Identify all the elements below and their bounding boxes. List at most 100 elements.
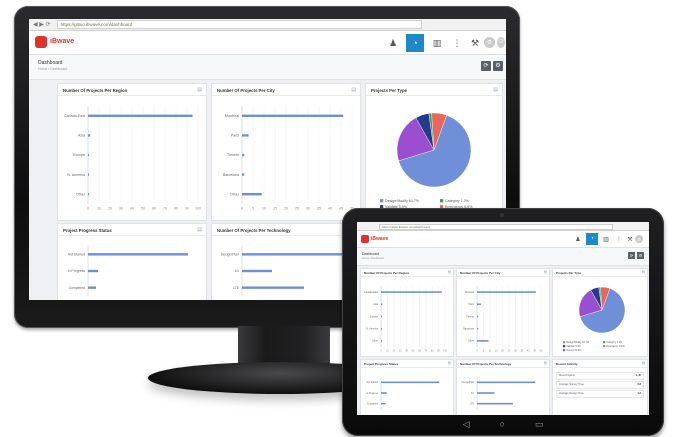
panel-settings-icon[interactable]: ▤ (642, 270, 645, 274)
address-bar[interactable]: https://gitsio.ibwave.com/dashboard (56, 20, 422, 29)
camera-icon (500, 213, 504, 217)
logo-text: iBwave (50, 38, 75, 45)
activity-label: Most Projects (559, 374, 575, 377)
tick-label: 60 (418, 349, 421, 352)
activity-value: 4.2 (637, 392, 641, 395)
tablet-panel-projects-per-type: Projects Per Type ▤ Design/Modify 64.7% C… (552, 268, 648, 357)
browser-nav-icon[interactable]: ◀ ▶ ⟳ (33, 21, 51, 28)
tick-label: 10 (97, 207, 101, 211)
legend-label: Validate 5.9% (566, 345, 581, 348)
panel-title: Number Of Projects Per City (217, 88, 275, 93)
dashboard-gauge-icon[interactable]: ◔ (586, 233, 598, 245)
breadcrumb: Home / Dashboard (38, 67, 68, 71)
refresh-button[interactable]: ⟳ (481, 61, 491, 71)
bar (381, 303, 383, 306)
panel-projects-per-city: Number Of Projects Per City ▤ 0 5 10 15 20 25… (211, 83, 361, 221)
category-label: Asia (373, 303, 378, 306)
project-progress-status-chart: Not Started In Progress Completed (366, 377, 440, 409)
panel-settings-icon[interactable]: ▤ (448, 270, 451, 274)
category-label: Europe (370, 315, 378, 318)
panel-projects-per-type: Projects Per Type ▤ Design/Modify 64.7% C… (365, 83, 503, 221)
tablet-device: https://gitsio.ibwave.com/dashboard iBwa… (342, 208, 664, 436)
tick-label: 40 (130, 207, 134, 211)
tablet-screen: https://gitsio.ibwave.com/dashboard iBwa… (357, 222, 649, 415)
tablet-panel-projects-per-region: Number Of Projects Per Region ▤ 0 10 20 30 4… (360, 268, 454, 357)
legend-swatch (563, 341, 566, 344)
tick-label: 15 (273, 207, 277, 211)
page-title: Dashboard (38, 60, 63, 66)
recents-icon[interactable]: ▭ (535, 419, 544, 429)
bar (477, 291, 536, 293)
legend-label: Category 1.2% (606, 341, 623, 344)
settings-button[interactable]: ⚙ (493, 61, 503, 71)
panel-title: Number Of Projects Per Technology (460, 362, 512, 366)
panel-projects-per-region: Number Of Projects Per Region ▤ 0 10 20 30 4… (57, 83, 207, 221)
users-icon[interactable]: ♟ (384, 34, 402, 52)
settings-button[interactable]: ⚙ (637, 252, 644, 259)
page-title: Dashboard (362, 252, 380, 256)
bar (477, 303, 481, 306)
panel-settings-icon[interactable]: ▤ (197, 227, 202, 233)
bar (242, 153, 245, 157)
browser-bar: ◀ ▶ ⟳ https://gitsio.ibwave.com/dashboar… (29, 19, 506, 31)
category-label: Other (372, 340, 378, 343)
legend-label: Emergency 6.6% (606, 345, 625, 348)
tablet-page-header: Dashboard Home / Dashboard ⟳ ⚙ (357, 248, 649, 266)
category-label: LTE (233, 286, 240, 290)
category-label: Not Started (68, 252, 85, 256)
back-icon[interactable]: ◁ (463, 419, 470, 429)
tick-label: 20 (284, 207, 288, 211)
panel-title: Number Of Projects Per Region (63, 88, 128, 93)
panel-settings-icon[interactable]: ▤ (448, 361, 451, 365)
bar (242, 134, 249, 137)
category-label: Design/Plan (221, 252, 239, 256)
refresh-button[interactable]: ⟳ (628, 252, 635, 259)
tick-label: 0 (87, 207, 89, 211)
tick-label: 70 (424, 349, 427, 352)
panel-settings-icon[interactable]: ▤ (351, 87, 356, 93)
wrench-icon[interactable]: ⚒ (466, 34, 484, 52)
settings-icon[interactable]: ⚙ (635, 235, 643, 243)
breadcrumb: Home / Dashboard (362, 257, 384, 260)
tick-label: 10 (488, 349, 491, 352)
activity-label: Average Design Time (559, 392, 584, 395)
category-label: Barcelona (463, 328, 474, 331)
tick-label: 90 (437, 349, 440, 352)
stats-icon[interactable]: ▥ (428, 34, 446, 52)
bar (381, 327, 382, 330)
bar (477, 340, 489, 342)
panel-title: Projects Per Type (556, 271, 582, 275)
bar (88, 269, 98, 273)
panel-settings-icon[interactable]: ▤ (493, 87, 498, 93)
stats-icon[interactable]: ▥ (600, 233, 612, 245)
category-label: Other (468, 340, 474, 343)
users-icon[interactable]: ♟ (572, 233, 584, 245)
tick-label: 60 (152, 207, 156, 211)
projects-per-city-chart: 0 510 1520 253035 4045 50 Montreal Paris Toronto… (463, 286, 543, 352)
tick-label: 40 (328, 207, 332, 211)
bar (242, 173, 245, 176)
legend-swatch (380, 199, 384, 203)
home-icon[interactable]: ○ (499, 419, 504, 429)
tick-label: 25 (295, 207, 299, 211)
panel-settings-icon[interactable]: ▤ (544, 270, 547, 274)
settings-icon[interactable]: ⚙ (484, 37, 495, 48)
bar (242, 253, 342, 256)
panel-projects-per-technology: Number Of Projects Per Technology ▤ Desi… (211, 223, 361, 300)
panel-settings-icon[interactable]: ▤ (642, 361, 645, 365)
category-label: N. America (366, 328, 378, 331)
power-icon[interactable]: ⏻ (497, 37, 505, 48)
tree-icon[interactable]: ⋮ (448, 34, 466, 52)
category-label: Montreal (465, 291, 475, 294)
tablet-panel-project-progress-status: Project Progress Status ▤ Not Started In … (360, 359, 454, 415)
panel-settings-icon[interactable]: ▤ (197, 87, 202, 93)
activity-value: 1,45 (635, 374, 641, 377)
projects-per-region-chart: 0 10 20 30 40 50 60 70 80 90 100 Canada-East Asia Eur… (364, 286, 448, 352)
panel-settings-icon[interactable]: ▤ (544, 361, 547, 365)
dashboard-gauge-icon[interactable]: ◔ (406, 34, 424, 52)
tablet-address-bar[interactable]: https://gitsio.ibwave.com/dashboard (379, 223, 613, 230)
project-progress-status-chart: Not Started In Progress Completed (68, 246, 188, 296)
bar (242, 286, 304, 289)
tick-label: 15 (495, 349, 498, 352)
bar (381, 291, 442, 293)
